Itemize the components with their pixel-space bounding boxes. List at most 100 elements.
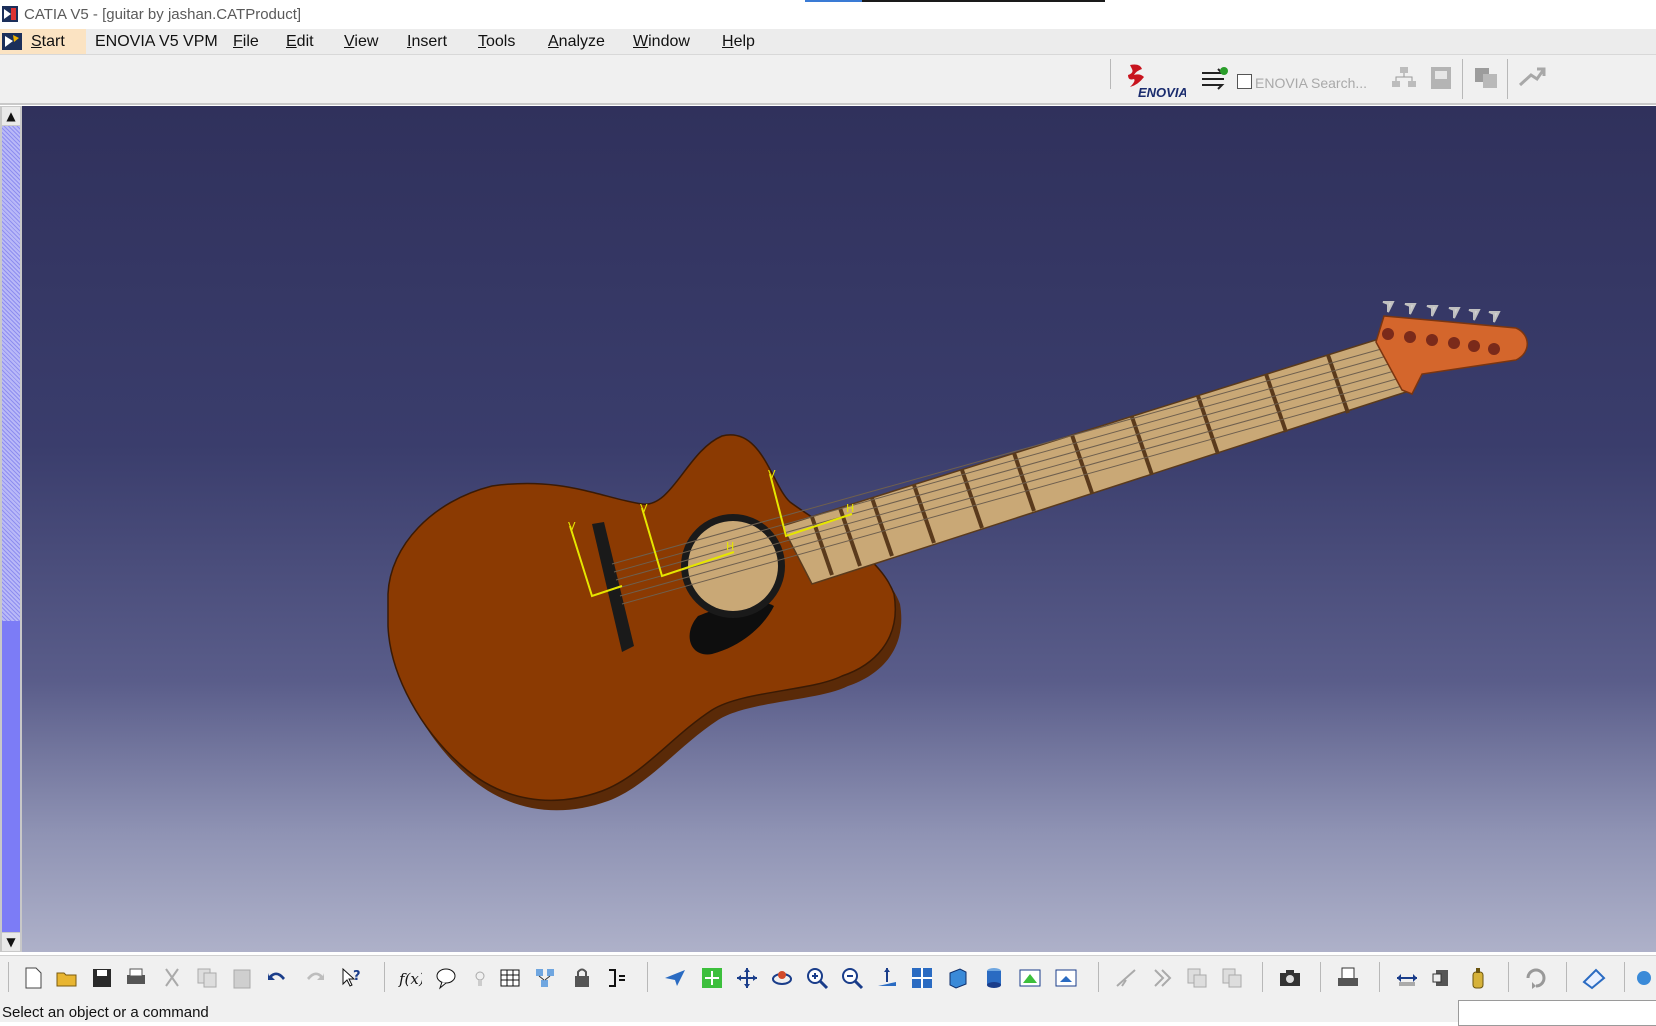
enovia-logo-icon[interactable]: ENOVIA [1124,61,1186,99]
catia-app-icon[interactable] [2,6,18,22]
axis-label-v: V [568,520,576,533]
menu-item-help[interactable]: Help [722,33,755,51]
scroll-thumb[interactable] [2,621,20,932]
inertia-icon[interactable] [1466,966,1490,990]
menu-item-window-mnemonic: W [633,33,649,50]
title-progress-bar [805,0,1105,2]
menu-item-analyze[interactable]: Analyze [548,33,605,51]
sound-hole [688,521,778,611]
search-checkbox[interactable] [1237,74,1252,89]
redo-icon[interactable] [303,966,327,990]
save-db-icon[interactable] [1427,65,1455,91]
print-icon[interactable] [124,966,148,990]
paste-format-icon[interactable] [1220,966,1244,990]
open-db-icon[interactable] [1472,65,1502,91]
multi-view-icon[interactable] [910,966,934,990]
menu-item-edit-label: dit [296,33,314,50]
menu-item-start-mnemonic: S [31,33,42,50]
zoom-out-icon[interactable] [840,966,864,990]
menu-item-analyze-label: nalyze [558,33,605,50]
update-icon[interactable] [1524,966,1548,990]
catalog-icon[interactable] [533,966,557,990]
next-icon[interactable] [1150,966,1174,990]
menu-bar: Start ENOVIA V5 VPM File Edit View Inser… [0,29,1656,55]
comment-icon[interactable] [434,966,458,990]
rotate-icon[interactable] [770,966,794,990]
save-icon[interactable] [90,966,114,990]
knowledge-icon[interactable] [468,966,492,990]
command-input[interactable] [1458,1000,1656,1026]
cut-icon[interactable] [160,966,184,990]
scroll-down-button[interactable]: ▼ [2,933,20,951]
start-menu-button[interactable]: Start [0,29,86,54]
param-icon[interactable] [605,966,629,990]
headstock [1375,315,1528,395]
copy-format-icon[interactable] [1185,966,1209,990]
menu-item-start[interactable]: Start [31,33,65,51]
camera-icon[interactable] [1278,966,1302,990]
3d-viewport[interactable]: V V V H H [22,106,1656,952]
fit-all-icon[interactable] [700,966,724,990]
axis-label-v: V [640,502,648,515]
toolbar-separator [1379,962,1380,992]
menu-item-edit[interactable]: Edit [286,33,314,51]
copy-icon[interactable] [195,966,219,990]
menu-item-help-label: elp [733,33,755,50]
sketch-icon[interactable] [1582,966,1606,990]
enovia-link-icon[interactable] [1200,65,1230,91]
new-icon[interactable] [21,966,45,990]
enovia-search-label[interactable]: ENOVIA Search... [1255,75,1367,91]
lock-icon[interactable] [570,966,594,990]
menu-item-file-mnemonic: F [233,33,243,50]
open-icon[interactable] [55,966,79,990]
tree-icon[interactable] [1390,65,1418,91]
toolbar-separator [1508,962,1509,992]
axis-label-h: H [846,502,854,515]
hide-show-icon[interactable] [1018,966,1042,990]
start-icon [2,33,22,50]
scroll-track[interactable] [2,126,20,621]
swap-icon[interactable] [1054,966,1078,990]
normal-view-icon[interactable] [875,966,899,990]
more-icon[interactable] [1632,966,1654,990]
zoom-in-icon[interactable] [805,966,829,990]
menu-item-edit-mnemonic: E [286,33,297,50]
menu-item-window-label: indow [648,33,690,50]
snap-icon[interactable] [1114,966,1138,990]
progress-fill [805,0,862,2]
paste-icon[interactable] [230,966,254,990]
shading-icon[interactable] [982,966,1006,990]
menu-item-help-mnemonic: H [722,33,734,50]
status-message: Select an object or a command [2,1004,209,1021]
guitar-model[interactable]: V V V H H [22,106,1656,952]
enovia-logo-text: ENOVIA [1138,85,1186,99]
whats-this-icon[interactable]: ? [340,966,364,990]
menu-item-window[interactable]: Window [633,33,690,51]
vertical-scrollbar[interactable]: ▲ ▼ [0,106,22,952]
iso-view-icon[interactable] [946,966,970,990]
measure-between-icon[interactable] [1395,966,1419,990]
menu-item-start-label: tart [41,33,65,50]
menu-item-tools[interactable]: Tools [478,33,515,51]
window-title: CATIA V5 - [guitar by jashan.CATProduct] [24,6,302,23]
toolbar-separator [1462,59,1463,99]
menu-item-enovia[interactable]: ENOVIA V5 VPM [95,33,218,51]
undo-icon[interactable] [265,966,289,990]
scan-icon[interactable] [1336,966,1360,990]
measure-item-icon[interactable] [1430,966,1454,990]
menu-item-tools-mnemonic: T [478,33,486,50]
menu-item-view-mnemonic: V [344,33,355,50]
fly-mode-icon[interactable] [663,966,687,990]
pan-icon[interactable] [735,966,759,990]
axis-label-v: V [768,468,776,481]
menu-item-insert[interactable]: Insert [407,33,447,51]
toolbar-separator [384,962,385,992]
menu-item-file[interactable]: File [233,33,259,51]
table-icon[interactable] [498,966,522,990]
menu-item-view[interactable]: View [344,33,378,51]
toolbar-separator [1624,962,1625,992]
formula-icon[interactable]: f(x) [398,966,422,990]
guitar-neck [780,337,1408,585]
upload-icon[interactable] [1517,65,1547,91]
scroll-up-button[interactable]: ▲ [2,107,20,125]
